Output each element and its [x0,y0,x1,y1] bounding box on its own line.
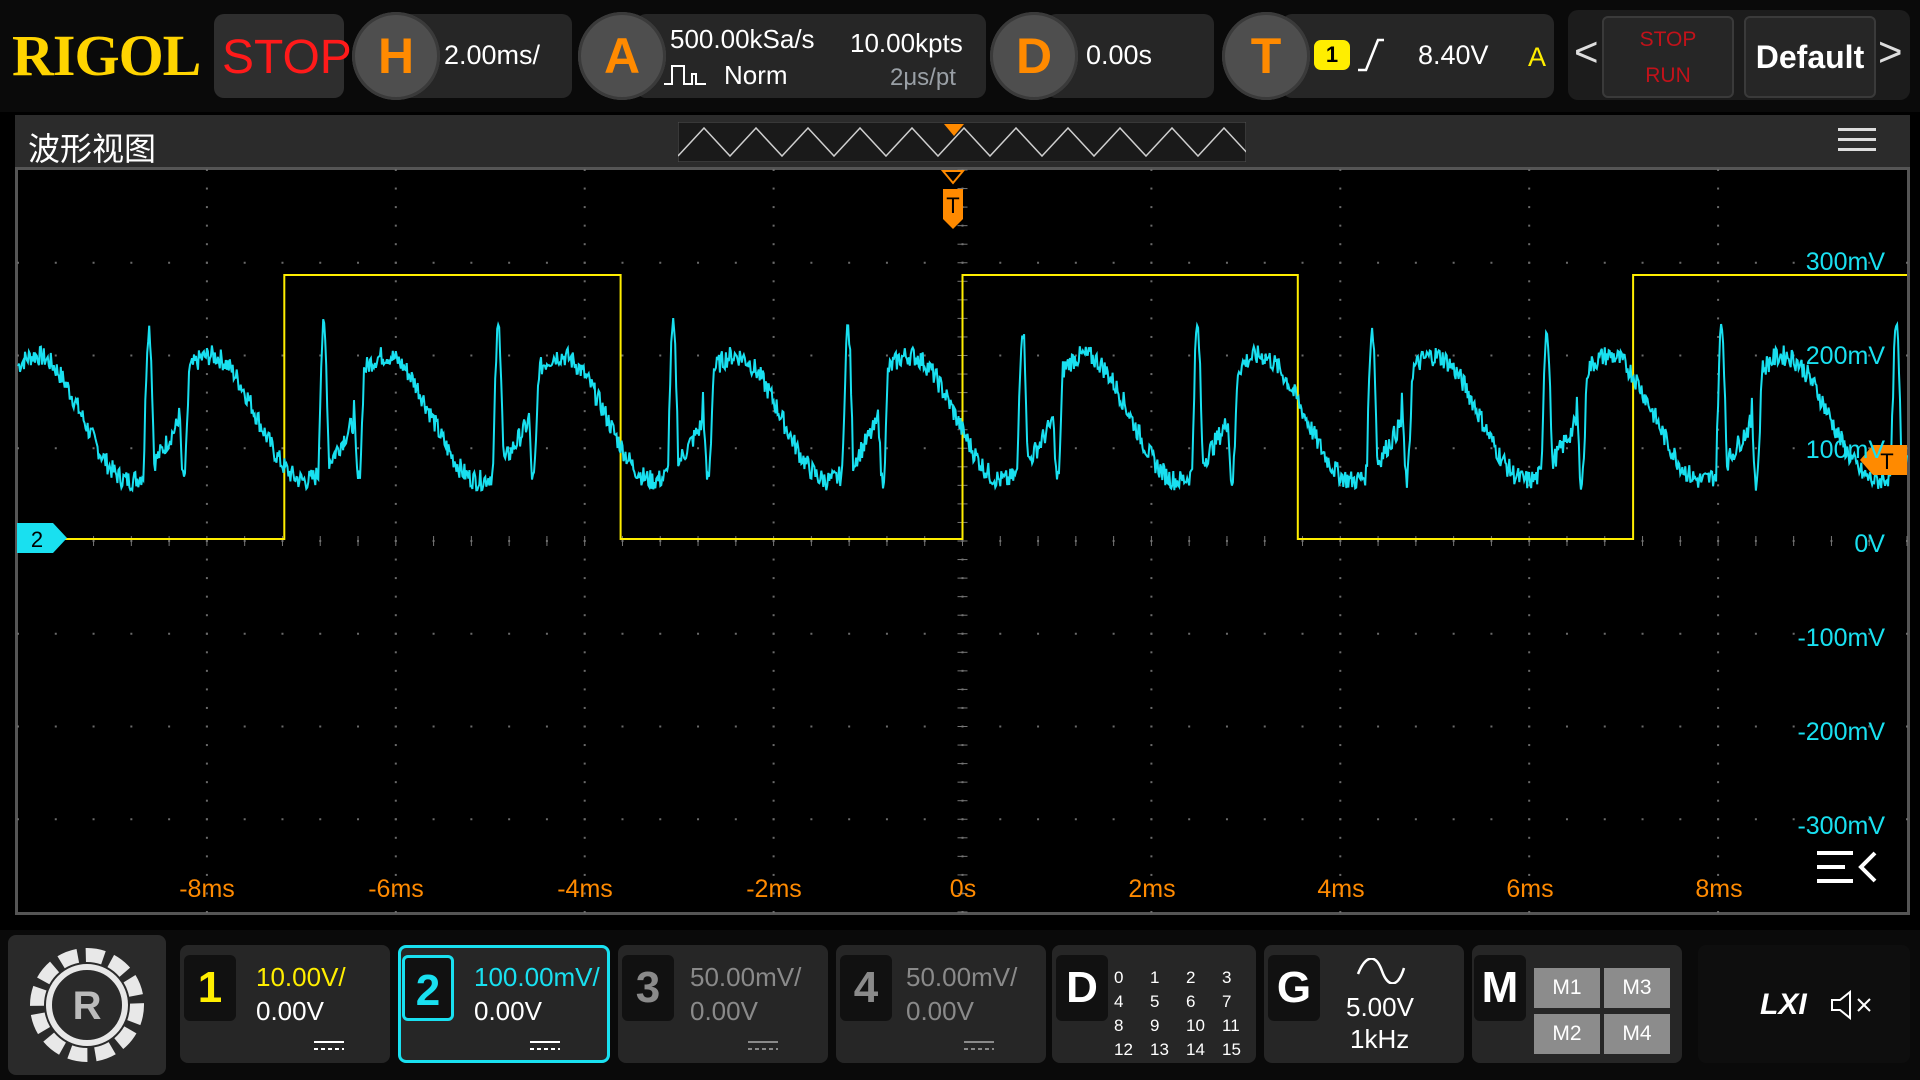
acquire-mode-icon [664,65,706,85]
ch1-scale: 10.00V/ [256,962,346,992]
x-label-0s: 0s [950,875,976,903]
prev-page-button[interactable]: < [1574,28,1599,76]
delay-value: 0.00s [1086,40,1153,70]
ch1-trace [18,274,1907,540]
stop-run-line1: STOP [1639,28,1697,51]
ch2-ground-marker-label: 2 [31,527,43,552]
y-label-neg300mv: -300mV [1797,812,1885,840]
acquire-button[interactable]: A [578,12,666,100]
stop-run-button[interactable]: STOP RUN [1602,16,1734,98]
ch2-scale: 100.00mV/ [474,962,600,992]
sample-rate: 500.00kSa/s [670,24,815,54]
math-letter: M [1474,955,1526,1021]
digital-channel-14: 14 [1186,1040,1205,1059]
digital-letter: D [1056,955,1108,1021]
x-label-6ms: 6ms [1506,875,1553,903]
trigger-source-badge: 1 [1314,40,1350,70]
default-button[interactable]: Default [1744,16,1876,98]
memory-overview-strip[interactable] [678,122,1246,162]
y-label-neg200mv: -200mV [1797,718,1885,746]
next-page-button[interactable]: > [1878,28,1903,76]
ch1-number: 1 [184,955,236,1021]
brand-logo: RIGOL [12,23,201,88]
digital-channel-5: 5 [1150,992,1160,1011]
ch1-offset: 0.00V [256,996,324,1026]
generator-letter: G [1268,955,1320,1021]
digital-channel-8: 8 [1114,1016,1124,1035]
waveform-view-title: 波形视图 [28,131,157,167]
y-label-300mv: 300mV [1806,248,1886,276]
ch1-coupling-icon [314,1041,344,1050]
digital-channel-6: 6 [1186,992,1196,1011]
digital-channel-4: 4 [1114,992,1124,1011]
ch2-coupling-icon [530,1041,560,1050]
trigger-sweep-mode: A [1528,42,1547,72]
timebase-value: 2.00ms/ [444,40,541,70]
digital-channel-13: 13 [1150,1040,1169,1059]
x-label-8ms: 8ms [1695,875,1742,903]
digital-channel-2: 2 [1186,968,1196,987]
digital-channel-7: 7 [1222,992,1232,1011]
x-label-2ms: 2ms [1128,875,1175,903]
gear-icon: R [30,948,144,1062]
horizontal-button[interactable]: H [352,12,440,100]
stop-run-line2: RUN [1645,64,1691,87]
math-m3-button[interactable]: M3 [1604,968,1670,1008]
ch3-offset: 0.00V [690,996,758,1026]
waveform-display[interactable]: T T 2 300mV 200mV 100mV 0V -100mV -200mV… [15,167,1910,915]
collapse-menu-icon[interactable] [1817,851,1877,883]
digital-channel-10: 10 [1186,1016,1205,1035]
ch3-scale: 50.00mV/ [690,962,802,992]
time-resolution: 2μs/pt [890,64,956,91]
y-label-0v: 0V [1854,530,1885,558]
ch3-coupling-icon [748,1041,778,1050]
ch4-offset: 0.00V [906,996,974,1026]
x-label-neg8ms: -8ms [179,875,235,903]
trigger-flag-label: T [946,193,959,218]
x-label-neg6ms: -6ms [368,875,424,903]
digital-channel-15: 15 [1222,1040,1241,1059]
x-label-neg2ms: -2ms [746,875,802,903]
generator-frequency: 1kHz [1350,1024,1410,1054]
digital-channel-3: 3 [1222,968,1232,987]
ch4-coupling-icon [964,1041,994,1050]
rising-edge-icon [1358,38,1384,72]
ch3-number: 3 [622,955,674,1021]
ch4-number: 4 [840,955,892,1021]
math-m1-button[interactable]: M1 [1534,968,1600,1008]
hamburger-icon[interactable] [1838,128,1876,154]
sine-wave-icon [1356,958,1406,984]
speaker-muted-icon[interactable] [1830,990,1876,1020]
digital-channel-1: 1 [1150,968,1160,987]
trigger-button[interactable]: T [1222,12,1310,100]
trigger-position-flag[interactable]: T [940,170,966,229]
digital-channel-11: 11 [1222,1016,1240,1035]
memory-depth: 10.00kpts [850,28,963,58]
svg-text:R: R [73,984,102,1028]
digital-channel-9: 9 [1150,1016,1160,1035]
ch2-offset: 0.00V [474,996,542,1026]
digital-channel-0: 0 [1114,968,1124,987]
ch4-scale: 50.00mV/ [906,962,1018,992]
x-label-4ms: 4ms [1317,875,1364,903]
y-label-200mv: 200mV [1806,342,1886,370]
math-m2-button[interactable]: M2 [1534,1014,1600,1054]
ch2-ground-marker[interactable]: 2 [17,523,67,553]
y-label-neg100mv: -100mV [1797,624,1885,652]
y-label-100mv: 100mV [1806,436,1886,464]
function-navigation-button[interactable]: R [8,935,166,1075]
acquire-mode: Norm [724,60,788,90]
generator-amplitude: 5.00V [1346,992,1414,1022]
trigger-level: 8.40V [1418,40,1489,70]
x-label-neg4ms: -4ms [557,875,613,903]
digital-channel-12: 12 [1114,1040,1133,1059]
ch2-number: 2 [402,955,454,1021]
lxi-status: LXI [1760,988,1807,1021]
run-state-label: STOP [222,31,352,84]
delay-button[interactable]: D [990,12,1078,100]
math-m4-button[interactable]: M4 [1604,1014,1670,1054]
